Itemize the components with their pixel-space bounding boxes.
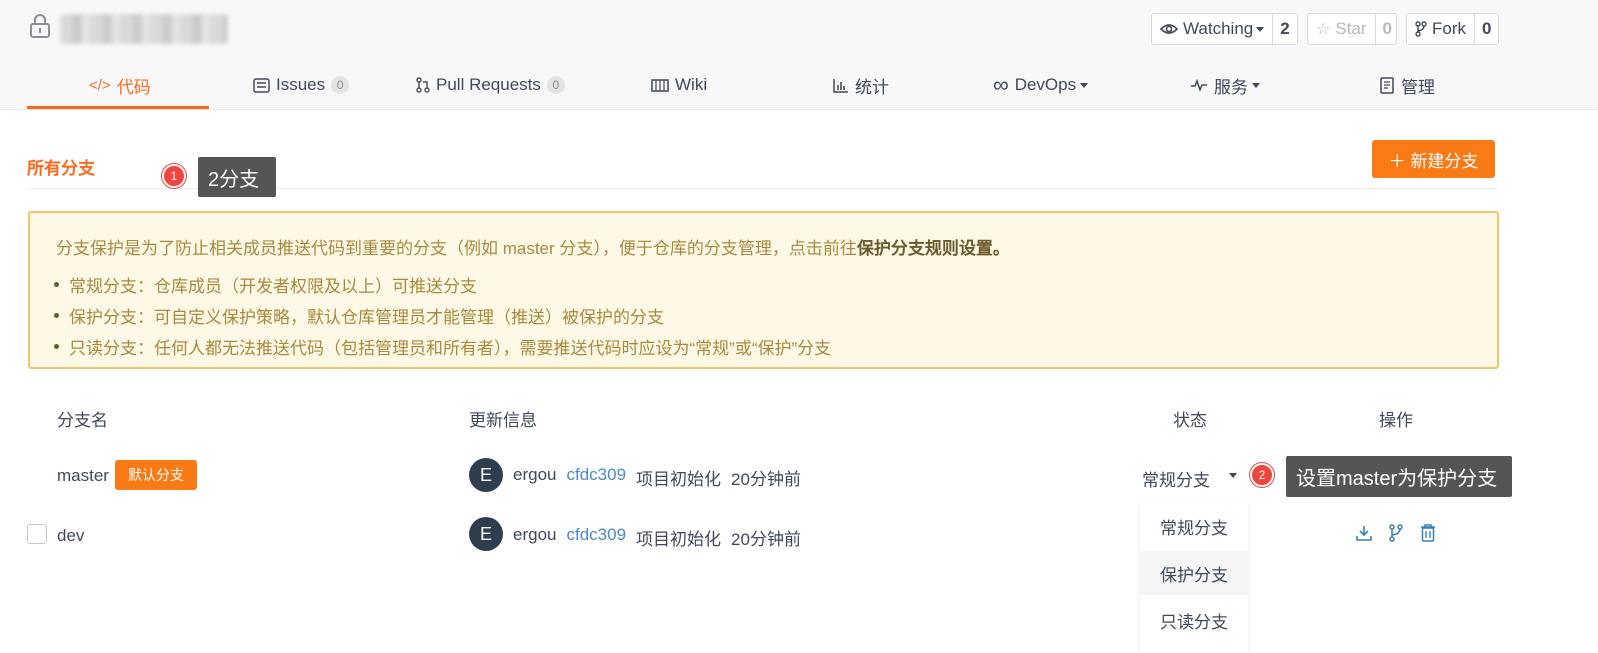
download-icon[interactable]: [1355, 523, 1373, 543]
tab-stats[interactable]: 统计: [833, 60, 889, 110]
tab-manage-label: 管理: [1401, 77, 1435, 97]
tab-code-label: 代码: [116, 77, 151, 97]
star-count: 0: [1382, 19, 1392, 38]
active-tab-indicator: [27, 106, 209, 109]
issues-icon: [253, 77, 270, 93]
section-title: 所有分支: [27, 159, 95, 178]
new-branch-button[interactable]: ＋ 新建分支: [1372, 140, 1495, 178]
tab-stats-label: 统计: [855, 77, 889, 97]
branch-name-dev[interactable]: dev: [57, 526, 84, 546]
commit-time: 20分钟前: [731, 470, 801, 489]
pull-request-icon: [416, 77, 430, 93]
default-branch-badge: 默认分支: [115, 460, 197, 490]
tab-pull-requests[interactable]: Pull Requests 0: [416, 60, 565, 110]
commit-hash-link[interactable]: cfdc309: [566, 465, 626, 490]
chart-icon: [833, 78, 848, 93]
lock-icon: [30, 14, 50, 38]
tab-services[interactable]: 服务: [1190, 60, 1260, 110]
step-marker-2: 2: [1250, 463, 1274, 487]
delete-icon[interactable]: [1419, 523, 1437, 543]
chevron-down-icon: [1256, 26, 1265, 32]
tooltip-set-protected: 设置master为保护分支: [1286, 456, 1512, 497]
repo-name-blurred: [60, 14, 228, 44]
notice-item-text: 常规分支：仓库成员（开发者权限及以上）可推送分支: [69, 277, 477, 296]
column-header-name: 分支名: [57, 411, 108, 430]
step-marker-1: 1: [162, 164, 186, 188]
watch-label: Watching: [1183, 19, 1254, 38]
fork-button[interactable]: Fork 0: [1406, 13, 1499, 45]
fork-label: Fork: [1432, 19, 1466, 38]
notice-head-text: 分支保护是为了防止相关成员推送代码到重要的分支（例如 master 分支），便于…: [56, 239, 857, 258]
pull-requests-count-badge: 0: [546, 76, 565, 94]
star-icon: ☆: [1316, 21, 1331, 38]
star-button[interactable]: ☆ Star 0: [1307, 13, 1397, 45]
menu-item-readonly-branch[interactable]: 只读分支: [1140, 598, 1248, 642]
tab-services-label: 服务: [1214, 77, 1248, 97]
code-icon: </>: [89, 76, 111, 94]
watch-count: 2: [1280, 19, 1290, 38]
bullet-icon: [54, 344, 59, 349]
tab-wiki[interactable]: Wiki: [651, 60, 707, 110]
tab-issues[interactable]: Issues 0: [253, 60, 350, 110]
avatar: E: [469, 458, 503, 492]
bullet-icon: [54, 282, 59, 287]
menu-item-protected-branch[interactable]: 保护分支: [1140, 551, 1248, 595]
bullet-icon: [54, 313, 59, 318]
infinity-icon: ∞: [993, 72, 1009, 97]
notice-item-text: 保护分支：可自定义保护策略，默认仓库管理员才能管理（推送）被保护的分支: [69, 308, 664, 327]
wiki-icon: [651, 78, 669, 92]
tab-wiki-label: Wiki: [675, 75, 708, 94]
chevron-down-icon[interactable]: [1229, 473, 1237, 478]
chevron-down-icon: [1252, 82, 1260, 88]
tab-devops-label: DevOps: [1014, 75, 1077, 94]
update-info-dev: ergou cfdc309 项目初始化 20分钟前: [513, 525, 801, 550]
commit-author[interactable]: ergou: [513, 465, 556, 490]
eye-icon: [1160, 24, 1178, 34]
manage-icon: [1380, 76, 1394, 94]
issues-count-badge: 0: [331, 76, 350, 94]
notice-head: 分支保护是为了防止相关成员推送代码到重要的分支（例如 master 分支），便于…: [56, 234, 1010, 259]
branch-protection-notice: 分支保护是为了防止相关成员推送代码到重要的分支（例如 master 分支），便于…: [28, 211, 1499, 369]
repo-nav: </> 代码 Issues 0 Pull Requests 0 Wiki 统计 …: [0, 60, 1598, 110]
tooltip-branch-count: 2分支: [198, 157, 276, 197]
status-select-master[interactable]: 常规分支: [1142, 466, 1210, 491]
tab-issues-label: Issues: [276, 75, 326, 94]
fork-count: 0: [1482, 19, 1492, 38]
notice-item-readonly: 只读分支：任何人都无法推送代码（包括管理员和所有者），需要推送代码时应设为“常规…: [54, 334, 831, 359]
tab-manage[interactable]: 管理: [1380, 60, 1435, 110]
notice-item-text: 只读分支：任何人都无法推送代码（包括管理员和所有者），需要推送代码时应设为“常规…: [69, 339, 832, 358]
tab-code[interactable]: </> 代码: [89, 60, 151, 110]
column-header-actions: 操作: [1379, 411, 1413, 430]
column-header-status: 状态: [1173, 411, 1207, 430]
branch-checkbox[interactable]: [27, 524, 47, 544]
commit-hash-link[interactable]: cfdc309: [566, 525, 626, 550]
commit-time: 20分钟前: [731, 530, 801, 549]
tab-devops[interactable]: ∞ DevOps: [993, 60, 1089, 110]
branch-name-master[interactable]: master: [57, 466, 109, 486]
repo-header: Watching 2 ☆ Star 0 Fork 0 </> 代码 Issues…: [0, 0, 1598, 110]
commit-message: 项目初始化: [636, 470, 722, 489]
status-dropdown-menu: 常规分支 保护分支 只读分支: [1140, 501, 1248, 653]
tab-pull-requests-label: Pull Requests: [436, 75, 541, 94]
notice-item-protected: 保护分支：可自定义保护策略，默认仓库管理员才能管理（推送）被保护的分支: [54, 303, 664, 328]
fork-icon: [1415, 21, 1427, 37]
chevron-down-icon: [1080, 82, 1089, 88]
commit-message: 项目初始化: [636, 530, 722, 549]
avatar: E: [469, 517, 503, 551]
pulse-icon: [1191, 79, 1207, 91]
watch-button[interactable]: Watching 2: [1151, 13, 1298, 45]
star-label: Star: [1335, 19, 1367, 38]
menu-item-normal-branch[interactable]: 常规分支: [1140, 504, 1248, 548]
compare-branch-icon[interactable]: [1387, 523, 1405, 543]
update-info-master: ergou cfdc309 项目初始化 20分钟前: [513, 465, 801, 490]
notice-item-normal: 常规分支：仓库成员（开发者权限及以上）可推送分支: [54, 272, 477, 297]
protection-rules-link[interactable]: 保护分支规则设置。: [857, 239, 1010, 258]
column-header-update: 更新信息: [469, 411, 537, 430]
commit-author[interactable]: ergou: [513, 525, 556, 550]
